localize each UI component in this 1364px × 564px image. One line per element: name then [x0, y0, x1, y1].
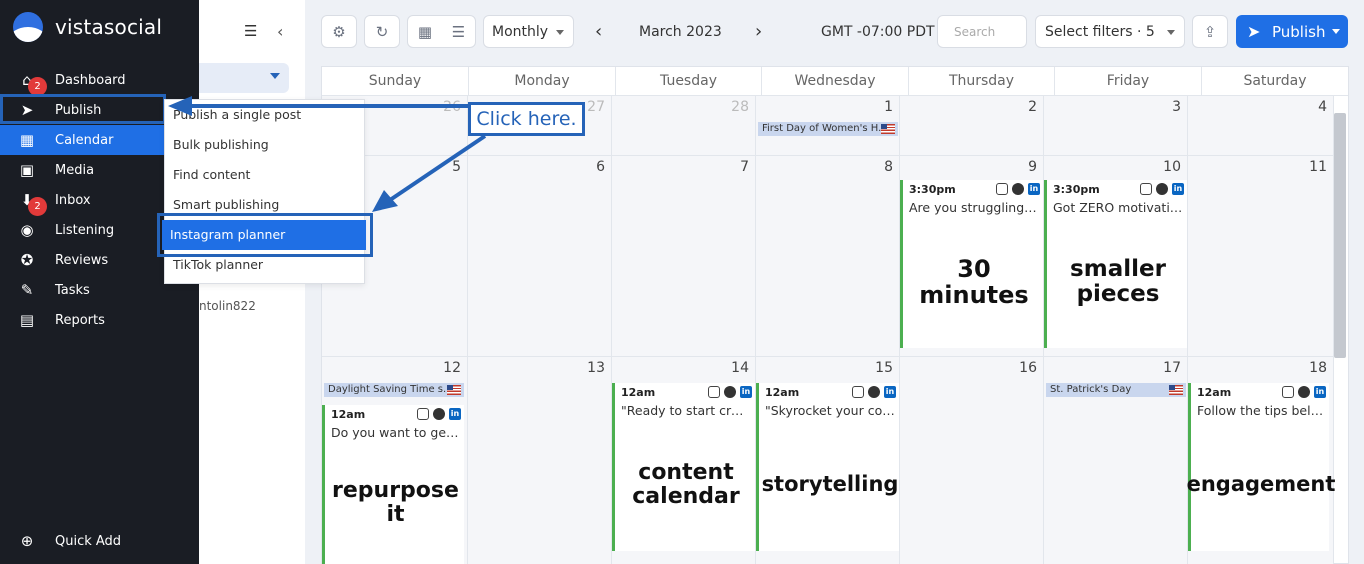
- arrowhead-left-icon: [168, 96, 192, 116]
- arrowhead-down-left-icon: [372, 190, 398, 212]
- annotation-callout: Click here.: [468, 102, 585, 136]
- app: vistasocial ⌂ 2 Dashboard ➤ Publish ▦ Ca…: [0, 0, 1364, 564]
- annotation-arrows: [168, 96, 487, 212]
- arrow-to-instagram-planner: [388, 134, 487, 202]
